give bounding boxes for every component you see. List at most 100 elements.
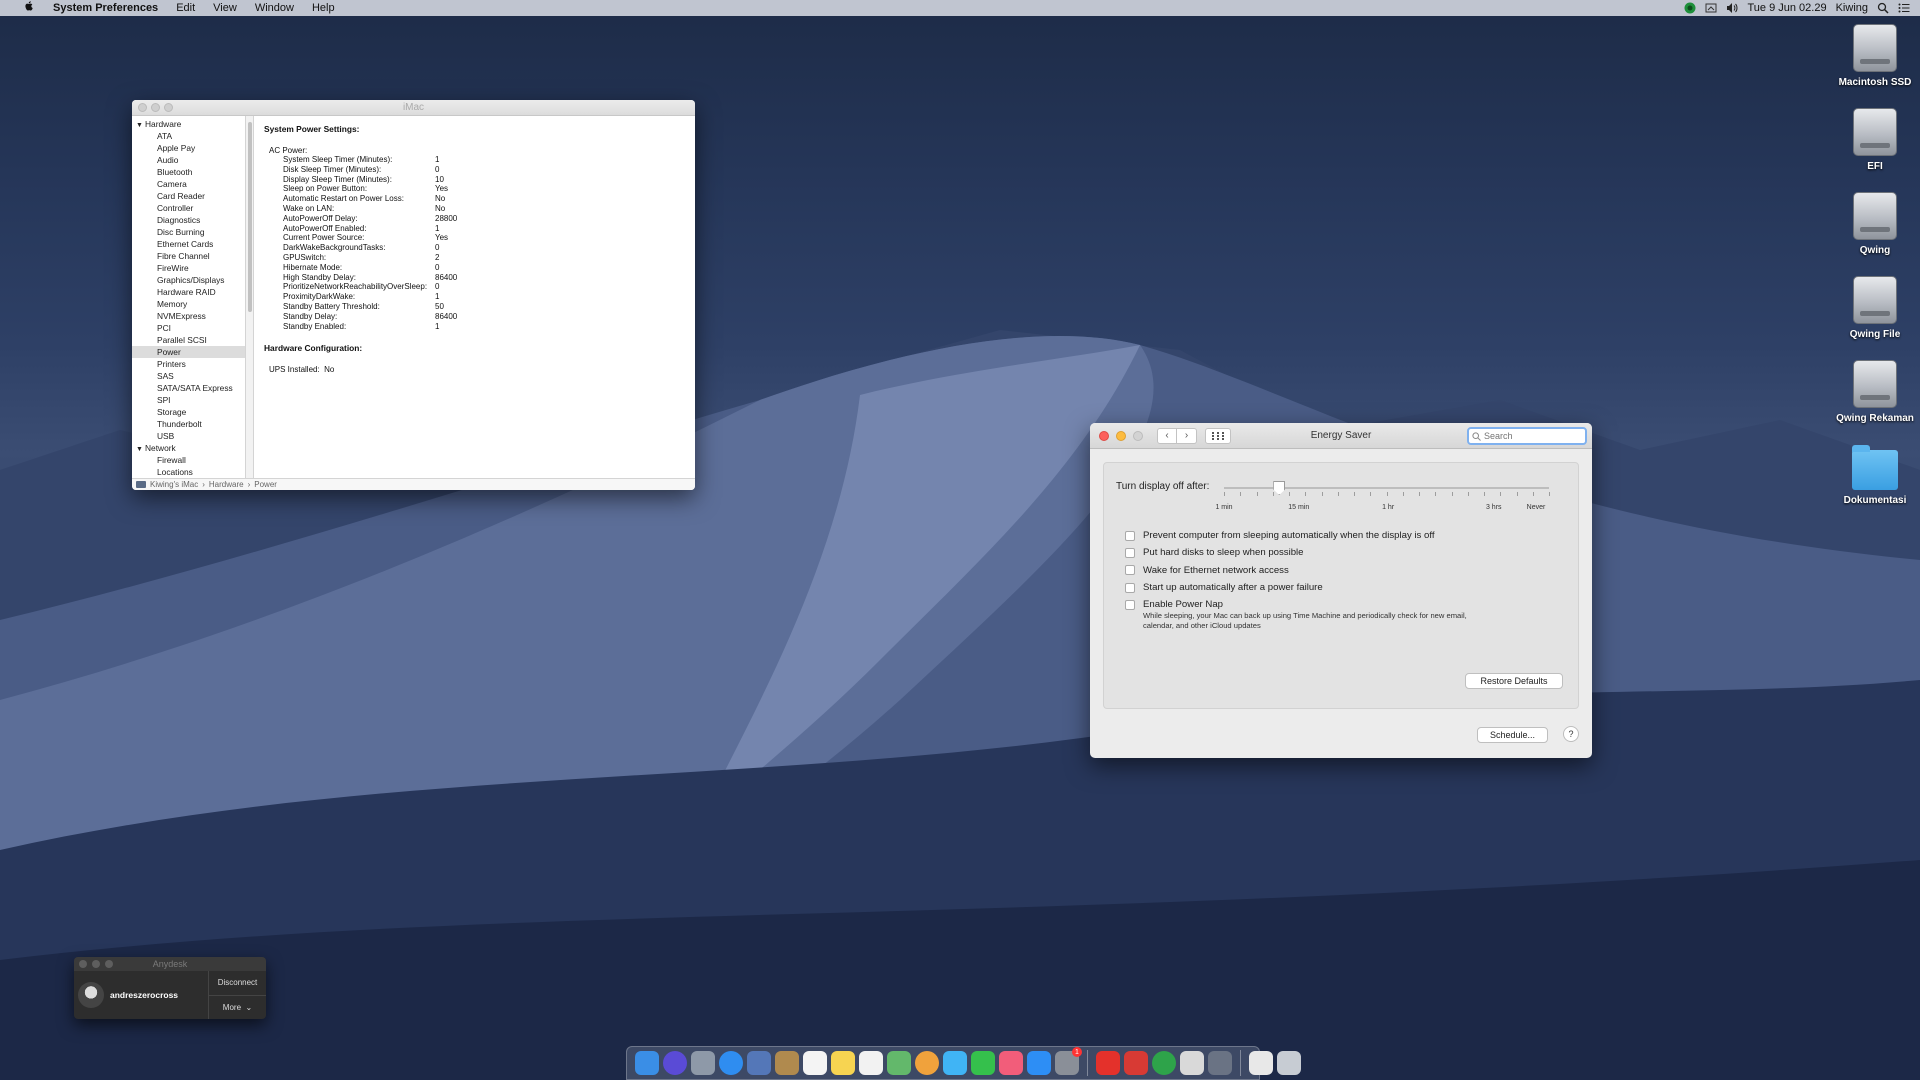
- sidebar-scrollbar[interactable]: [246, 116, 254, 478]
- sidebar-item-diagnostics[interactable]: Diagnostics: [132, 214, 245, 226]
- menu-edit[interactable]: Edit: [167, 0, 204, 16]
- sidebar-item-power[interactable]: Power: [132, 346, 245, 358]
- sidebar-item-ethernet-cards[interactable]: Ethernet Cards: [132, 238, 245, 250]
- sidebar-item-graphics-displays[interactable]: Graphics/Displays: [132, 274, 245, 286]
- dock-siri-icon[interactable]: [663, 1051, 687, 1075]
- menu-clock[interactable]: Tue 9 Jun 02.29: [1747, 2, 1826, 14]
- path-item[interactable]: Kiwing's iMac: [150, 480, 198, 489]
- desktop-icon-qwing-rekaman[interactable]: Qwing Rekaman: [1830, 358, 1920, 442]
- sidebar-item-printers[interactable]: Printers: [132, 358, 245, 370]
- dock-launchpad-icon[interactable]: [691, 1051, 715, 1075]
- anydesk-titlebar[interactable]: Anydesk: [74, 957, 266, 971]
- screen-share-icon[interactable]: [1705, 2, 1717, 14]
- sidebar-item-pci[interactable]: PCI: [132, 322, 245, 334]
- dock-finder-icon[interactable]: [635, 1051, 659, 1075]
- minimize-button[interactable]: [151, 103, 160, 112]
- zoom-button[interactable]: [1133, 430, 1143, 441]
- option-prevent-sleep[interactable]: Prevent computer from sleeping automatic…: [1125, 527, 1485, 544]
- sidebar-item-disc-burning[interactable]: Disc Burning: [132, 226, 245, 238]
- dock-preview-icon[interactable]: [1180, 1051, 1204, 1075]
- sidebar-item-usb[interactable]: USB: [132, 430, 245, 442]
- sidebar-item-sas[interactable]: SAS: [132, 370, 245, 382]
- volume-icon[interactable]: [1726, 2, 1738, 14]
- back-button[interactable]: ‹: [1157, 427, 1177, 444]
- sidebar-category-hardware[interactable]: ▼ Hardware: [132, 118, 245, 130]
- menu-user[interactable]: Kiwing: [1836, 2, 1868, 14]
- desktop-icon-macintosh-ssd[interactable]: Macintosh SSD: [1830, 22, 1920, 106]
- sidebar-item-bluetooth[interactable]: Bluetooth: [132, 166, 245, 178]
- restore-defaults-button[interactable]: Restore Defaults: [1465, 673, 1563, 689]
- minimize-button[interactable]: [1116, 430, 1126, 441]
- path-item[interactable]: Power: [254, 480, 277, 489]
- sidebar-item-parallel-scsi[interactable]: Parallel SCSI: [132, 334, 245, 346]
- anydesk-status-icon[interactable]: [1684, 2, 1696, 14]
- sidebar-item-locations[interactable]: Locations: [132, 466, 245, 478]
- sidebar-item-memory[interactable]: Memory: [132, 298, 245, 310]
- sidebar-item-firewire[interactable]: FireWire: [132, 262, 245, 274]
- dock-anydesk-icon[interactable]: [1096, 1051, 1120, 1075]
- dock-safari-icon[interactable]: [719, 1051, 743, 1075]
- desktop-icon-qwing-file[interactable]: Qwing File: [1830, 274, 1920, 358]
- checkbox[interactable]: [1125, 530, 1135, 541]
- help-button[interactable]: ?: [1563, 726, 1579, 742]
- disclosure-triangle-icon[interactable]: ▼: [136, 120, 145, 132]
- sidebar-item-card-reader[interactable]: Card Reader: [132, 190, 245, 202]
- dock-notes-icon[interactable]: [831, 1051, 855, 1075]
- sidebar-item-audio[interactable]: Audio: [132, 154, 245, 166]
- checkbox[interactable]: [1125, 599, 1135, 610]
- sidebar-item-thunderbolt[interactable]: Thunderbolt: [132, 418, 245, 430]
- dock-messages-icon[interactable]: [943, 1051, 967, 1075]
- dock-globe-icon[interactable]: [1152, 1051, 1176, 1075]
- menu-window[interactable]: Window: [246, 0, 303, 16]
- disclosure-triangle-icon[interactable]: ▼: [136, 444, 145, 456]
- desktop-icon-qwing[interactable]: Qwing: [1830, 190, 1920, 274]
- desktop-icon-efi[interactable]: EFI: [1830, 106, 1920, 190]
- sidebar-item-fibre-channel[interactable]: Fibre Channel: [132, 250, 245, 262]
- sidebar-item-ata[interactable]: ATA: [132, 130, 245, 142]
- dock-music-icon[interactable]: [999, 1051, 1023, 1075]
- menu-help[interactable]: Help: [303, 0, 344, 16]
- sidebar-item-nvmexpress[interactable]: NVMExpress: [132, 310, 245, 322]
- sidebar-item-sata-sata-express[interactable]: SATA/SATA Express: [132, 382, 245, 394]
- sidebar-item-spi[interactable]: SPI: [132, 394, 245, 406]
- dock-photos-app-icon[interactable]: [747, 1051, 771, 1075]
- dock-prefs-icon[interactable]: 1: [1055, 1047, 1082, 1075]
- option-disk-sleep[interactable]: Put hard disks to sleep when possible: [1125, 544, 1485, 561]
- dock-photos-icon[interactable]: [915, 1051, 939, 1075]
- option-startup-after-power-failure[interactable]: Start up automatically after a power fai…: [1125, 579, 1485, 596]
- checkbox[interactable]: [1125, 565, 1135, 576]
- dock-terminal-icon[interactable]: [1208, 1051, 1232, 1075]
- desktop-icon-dokumentasi[interactable]: Dokumentasi: [1830, 442, 1920, 526]
- menu-view[interactable]: View: [204, 0, 246, 16]
- more-button[interactable]: More ⌄: [209, 994, 266, 1020]
- checkbox[interactable]: [1125, 582, 1135, 593]
- sidebar-item-controller[interactable]: Controller: [132, 202, 245, 214]
- sidebar-item-hardware-raid[interactable]: Hardware RAID: [132, 286, 245, 298]
- dock-document-icon[interactable]: [1249, 1051, 1273, 1075]
- sidebar-item-firewall[interactable]: Firewall: [132, 454, 245, 466]
- show-all-button[interactable]: [1205, 427, 1231, 444]
- search-field[interactable]: [1467, 427, 1587, 445]
- forward-button[interactable]: ›: [1177, 427, 1197, 444]
- menu-app-name[interactable]: System Preferences: [44, 0, 167, 16]
- search-input[interactable]: [1484, 431, 1579, 441]
- dock-facetime-icon[interactable]: [971, 1051, 995, 1075]
- option-wake-ethernet[interactable]: Wake for Ethernet network access: [1125, 562, 1485, 579]
- sidebar-category-network[interactable]: ▼ Network: [132, 442, 245, 454]
- close-button[interactable]: [1099, 430, 1109, 441]
- spotlight-search-icon[interactable]: [1877, 2, 1889, 14]
- notification-center-icon[interactable]: [1898, 2, 1910, 14]
- dock-appstore-icon[interactable]: [1027, 1051, 1051, 1075]
- apple-menu[interactable]: [14, 0, 44, 17]
- sidebar-item-camera[interactable]: Camera: [132, 178, 245, 190]
- dock-calendar-icon[interactable]: [803, 1051, 827, 1075]
- path-item[interactable]: Hardware: [209, 480, 244, 489]
- display-sleep-slider-track[interactable]: [1224, 487, 1549, 489]
- dock-reminders-icon[interactable]: [859, 1051, 883, 1075]
- disconnect-button[interactable]: Disconnect: [209, 971, 266, 995]
- dock-anydesk2-icon[interactable]: [1124, 1051, 1148, 1075]
- dock-maps-icon[interactable]: [887, 1051, 911, 1075]
- dock-notes-brown-icon[interactable]: [775, 1051, 799, 1075]
- dock-trash-icon[interactable]: [1277, 1051, 1301, 1075]
- zoom-button[interactable]: [164, 103, 173, 112]
